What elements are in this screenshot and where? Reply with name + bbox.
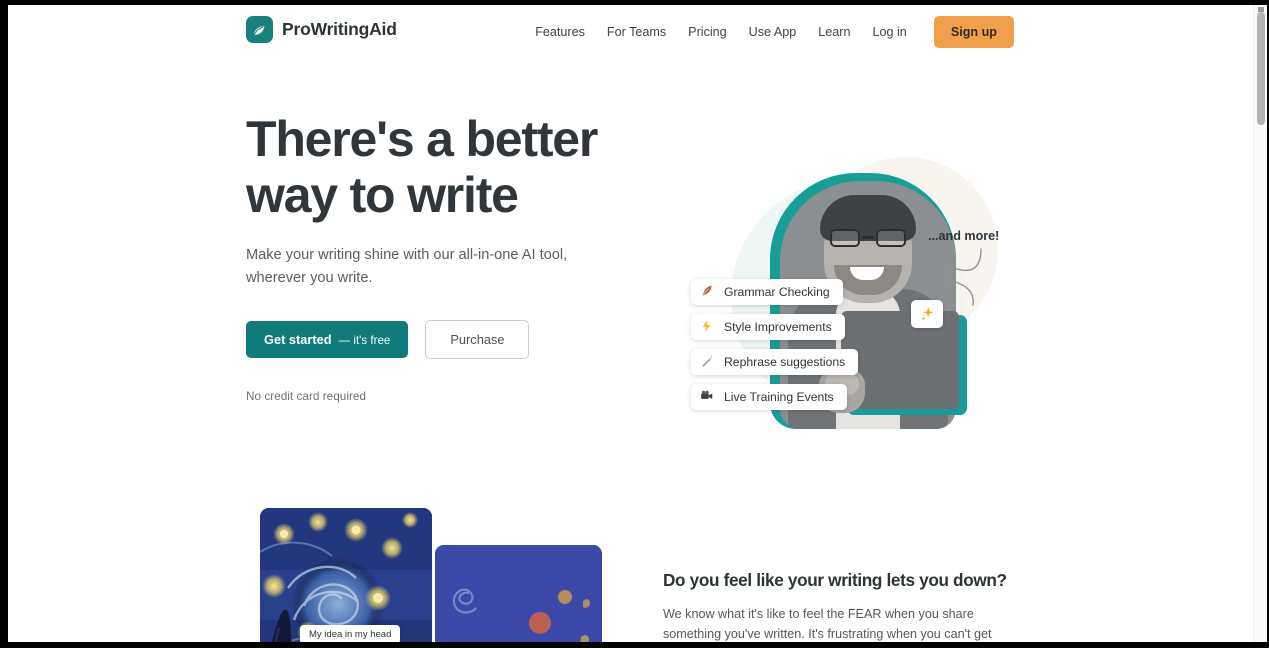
feature-chip-rephrase-suggestions[interactable]: Rephrase suggestions (691, 349, 859, 375)
section2-title: Do you feel like your writing lets you d… (663, 570, 1007, 590)
feature-chip-live-training-events[interactable]: Live Training Events (691, 384, 847, 410)
site-header: ProWritingAid Features For Teams Pricing… (8, 5, 1259, 56)
page-scrollbar[interactable] (1253, 5, 1267, 642)
magic-wand-icon (699, 354, 715, 370)
nav-item-features[interactable]: Features (524, 19, 596, 46)
primary-nav: Features For Teams Pricing Use App Learn… (524, 16, 1014, 48)
nav-item-log-in[interactable]: Log in (862, 19, 918, 46)
hero-copy: There's a better way to write Make your … (246, 111, 626, 403)
brand-logo-link[interactable]: ProWritingAid (246, 16, 397, 43)
feature-chip-label: Grammar Checking (724, 285, 830, 299)
get-started-button[interactable]: Get started — it's free (246, 321, 409, 359)
writing-lets-you-down-section: My idea in my head Do you feel like your… (8, 508, 1259, 642)
glasses-icon (830, 229, 906, 247)
nav-item-for-teams[interactable]: For Teams (596, 19, 677, 46)
section2-body: We know what it's like to feel the FEAR … (663, 607, 992, 642)
page-content: ProWritingAid Features For Teams Pricing… (8, 5, 1259, 642)
hero-actions: Get started — it's free Purchase (246, 320, 626, 360)
scrollbar-thumb[interactable] (1257, 12, 1265, 125)
movie-camera-icon (699, 389, 715, 405)
feature-chip-label: Live Training Events (724, 390, 834, 404)
leaf-mark-icon (246, 16, 273, 43)
purchase-button[interactable]: Purchase (425, 320, 530, 360)
lightning-bolt-icon (699, 319, 715, 335)
hero-section: There's a better way to write Make your … (8, 56, 1259, 508)
sparkles-badge (911, 300, 943, 328)
nav-item-use-app[interactable]: Use App (738, 19, 808, 46)
nav-item-learn[interactable]: Learn (807, 19, 861, 46)
feature-chip-list: Grammar Checking Style Improvements Reph… (691, 279, 859, 419)
hero-subtitle: Make your writing shine with our all-in-… (246, 247, 568, 287)
feature-chip-label: Rephrase suggestions (724, 355, 846, 369)
flat-illustration-card (435, 545, 602, 642)
section2-copy: Do you feel like your writing lets you d… (663, 570, 1013, 642)
page-viewport: ProWritingAid Features For Teams Pricing… (8, 5, 1259, 642)
sign-up-button[interactable]: Sign up (933, 16, 1014, 48)
starry-night-card (260, 508, 432, 642)
no-credit-card-note: No credit card required (246, 389, 366, 404)
feature-chip-label: Style Improvements (724, 320, 832, 334)
comparison-images: My idea in my head (255, 508, 602, 642)
get-started-label: Get started (264, 332, 332, 348)
hero-title: There's a better way to write (246, 111, 598, 223)
quill-pen-icon (699, 284, 715, 300)
hero-illustration: ...and more! Grammar Checking Style Impr… (663, 151, 1023, 451)
my-idea-label: My idea in my head (300, 625, 401, 642)
window-frame-bottom (0, 642, 1269, 648)
feature-chip-style-improvements[interactable]: Style Improvements (691, 314, 845, 340)
brand-name: ProWritingAid (282, 19, 397, 39)
get-started-sublabel: — it's free (338, 334, 391, 348)
window-frame-left (0, 0, 8, 648)
and-more-label: ...and more! (928, 229, 1000, 243)
feature-chip-grammar-checking[interactable]: Grammar Checking (691, 279, 843, 305)
nav-item-pricing[interactable]: Pricing (677, 19, 738, 46)
